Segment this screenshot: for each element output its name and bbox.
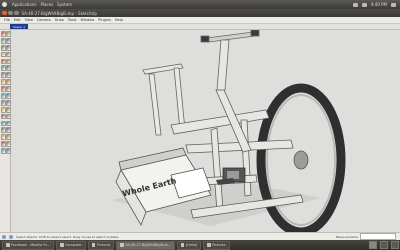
menu-camera[interactable]: Camera <box>37 18 51 22</box>
window-title-bar[interactable]: SA-40-27-BigWhltBigB.skp - SketchUp <box>0 9 400 17</box>
rear-wheel <box>256 83 346 232</box>
measurements-box: Measurements <box>336 233 400 240</box>
tape-measure-icon[interactable] <box>0 86 6 92</box>
status-bar: Select objects. Shift to extend select. … <box>0 232 400 240</box>
bicycle-model: Whole Earth <box>111 30 346 232</box>
volume-icon[interactable] <box>361 2 367 7</box>
ubuntu-logo-icon[interactable] <box>2 2 7 7</box>
app-menu-bar: File Edit View Camera Draw Tools Window … <box>0 17 400 24</box>
select-icon[interactable] <box>0 31 6 37</box>
taskbar: Facebook - Mozilla Fir... Computer Pictu… <box>0 240 400 250</box>
workspace-1[interactable] <box>369 241 377 249</box>
taskbar-item-firefox[interactable]: Facebook - Mozilla Fir... <box>2 240 55 250</box>
trash-icon[interactable] <box>391 241 399 249</box>
scale-icon[interactable] <box>0 79 6 86</box>
circle-icon[interactable] <box>0 51 6 58</box>
sketchup-icon <box>120 243 124 247</box>
geo-location-icon[interactable] <box>2 234 6 239</box>
taskbar-item-sketchup[interactable]: SA-40-27-BigWhltBigB.sk... <box>116 240 175 250</box>
rectangle-icon[interactable] <box>0 44 6 51</box>
minimize-window-button[interactable] <box>8 10 13 16</box>
position-camera-icon[interactable] <box>0 127 6 134</box>
taskbar-item-label: Pictures <box>212 243 226 247</box>
menu-view[interactable]: View <box>25 18 33 22</box>
protractor-icon[interactable] <box>0 93 6 99</box>
taskbar-item-pictures[interactable]: Pictures <box>87 240 115 250</box>
hub <box>293 150 309 170</box>
panel-clock[interactable]: 4:40 PM <box>371 2 387 7</box>
3d-viewport[interactable]: Whole Earth <box>11 30 400 232</box>
places-menu[interactable]: Places <box>40 2 53 7</box>
window-title: SA-40-27-BigWhltBigB.skp - SketchUp <box>21 10 97 16</box>
polygon-icon[interactable] <box>0 58 6 65</box>
taskbar-item-label: Facebook - Mozilla Fir... <box>11 243 51 247</box>
credits-icon[interactable] <box>9 234 13 239</box>
taskbar-item-pictures-2[interactable]: Pictures <box>203 240 230 250</box>
folder-icon <box>91 243 96 247</box>
power-icon[interactable] <box>391 2 396 7</box>
taskbar-item-label: Computer <box>65 243 82 247</box>
status-hint: Select objects. Shift to extend select. … <box>16 234 120 239</box>
zoom-icon[interactable] <box>0 113 6 120</box>
measurements-input[interactable] <box>360 233 396 240</box>
system-menu[interactable]: System <box>57 2 72 7</box>
chat-icon <box>180 243 185 247</box>
menu-help[interactable]: Help <box>115 18 123 22</box>
stamp-icon[interactable] <box>0 148 6 154</box>
measurements-label: Measurements <box>335 234 358 239</box>
menu-file[interactable]: File <box>4 18 10 22</box>
taskbar-item-label: SA-40-27-BigWhltBigB.sk... <box>125 243 171 247</box>
taskbar-item-hello[interactable]: [Hello] <box>176 240 202 250</box>
rotate-icon[interactable] <box>0 72 6 79</box>
handlebar <box>200 30 260 91</box>
tool-palette <box>0 30 11 232</box>
menu-edit[interactable]: Edit <box>14 18 21 22</box>
look-around-icon[interactable] <box>0 134 6 141</box>
firefox-icon <box>6 243 10 247</box>
panel-menus: Applications Places System <box>0 2 72 7</box>
close-window-button[interactable] <box>2 10 7 16</box>
zoom-extents-icon[interactable] <box>0 120 6 127</box>
taskbar-item-label: Pictures <box>96 243 111 247</box>
sandbox-icon[interactable] <box>0 141 6 148</box>
axes-icon[interactable] <box>0 99 6 106</box>
folder-icon <box>60 243 64 247</box>
menu-tools[interactable]: Tools <box>68 18 77 22</box>
menu-window[interactable]: Window <box>80 18 94 22</box>
orbit-icon[interactable] <box>0 106 6 113</box>
network-icon[interactable] <box>352 2 358 7</box>
move-icon[interactable] <box>0 65 6 72</box>
workspace-2[interactable] <box>380 241 388 249</box>
desktop-screen: Applications Places System 4:40 PM SA-40… <box>0 0 400 250</box>
taskbar-item-computer[interactable]: Computer <box>56 240 86 250</box>
taskbar-item-label: [Hello] <box>185 243 198 247</box>
panel-tray: 4:40 PM <box>352 2 400 7</box>
paint-bucket-icon[interactable] <box>0 37 6 44</box>
maximize-window-button[interactable] <box>14 10 19 16</box>
applications-menu[interactable]: Applications <box>12 2 36 7</box>
menu-plugins[interactable]: Plugins <box>98 18 111 22</box>
menu-draw[interactable]: Draw <box>55 18 64 22</box>
top-panel: Applications Places System 4:40 PM <box>0 0 400 9</box>
tab-scene-1[interactable]: Scene 1 <box>10 24 29 29</box>
folder-icon <box>207 243 211 247</box>
